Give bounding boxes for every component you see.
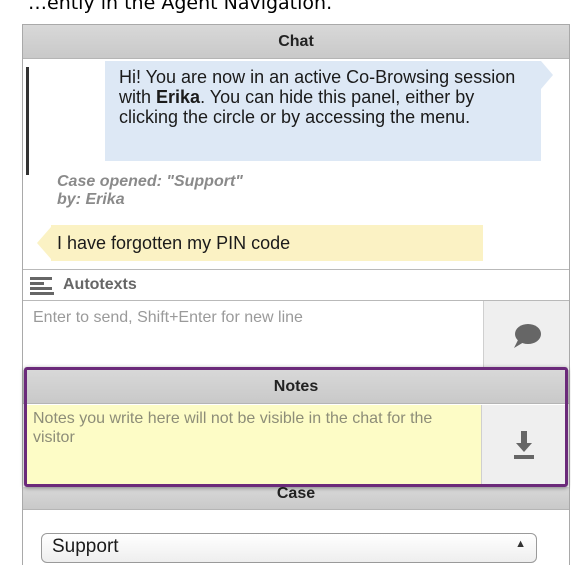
download-icon: [514, 431, 534, 459]
save-notes-button[interactable]: [481, 405, 565, 485]
chevron-up-down-icon: ▲: [515, 538, 526, 550]
case-opened-by: by: Erika: [57, 191, 125, 208]
case-select[interactable]: Support ▲: [41, 533, 537, 563]
visitor-message: I have forgotten my PIN code: [51, 225, 483, 261]
page-caption: …ently in the Agent Navigation.: [28, 0, 333, 14]
chat-panel: Chat Hi! You are now in an active Co-Bro…: [22, 24, 570, 565]
speech-bubble-icon: [514, 324, 541, 348]
autotexts-button[interactable]: Autotexts: [23, 269, 569, 301]
case-header: Case: [23, 487, 569, 510]
agent-message: Hi! You are now in an active Co-Browsing…: [105, 61, 541, 161]
agent-message-tail: [541, 61, 553, 89]
list-icon: [30, 277, 54, 295]
agent-name: Erika: [156, 87, 201, 107]
chat-header: Chat: [23, 25, 569, 59]
notes-header: Notes: [23, 370, 569, 404]
case-opened-line: Case opened: "Support": [57, 173, 243, 190]
case-opened-note: Case opened: "Support" by: Erika: [57, 173, 243, 209]
chat-scroll-indicator: [26, 67, 29, 175]
visitor-message-tail: [37, 227, 51, 259]
chat-message-input[interactable]: [23, 301, 483, 368]
autotexts-label: Autotexts: [63, 276, 137, 293]
notes-input[interactable]: [27, 405, 481, 485]
send-button[interactable]: [483, 301, 569, 368]
case-select-value: Support: [52, 536, 119, 557]
